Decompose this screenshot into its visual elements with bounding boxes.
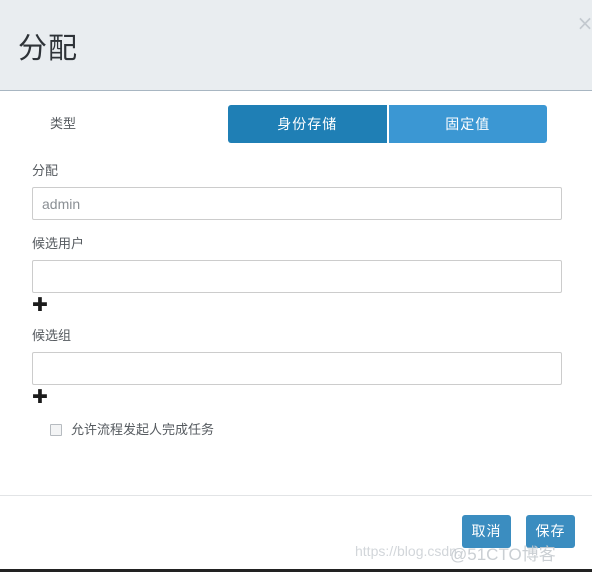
dialog-body: 类型 身份存储 固定值 分配 候选用户 ✚ 候选组 ✚ 允许流程发起人完成任务 [0,91,592,495]
type-button-group: 身份存储 固定值 [228,105,547,143]
add-candidate-user-icon[interactable]: ✚ [32,296,48,315]
type-option-identity-store[interactable]: 身份存储 [228,105,387,143]
cancel-button[interactable]: 取消 [462,515,511,548]
candidate-users-field-group: 候选用户 ✚ [32,236,562,315]
assign-field-group: 分配 [32,163,562,220]
candidate-groups-field-group: 候选组 ✚ [32,328,562,407]
assign-label: 分配 [32,163,59,178]
close-icon[interactable]: × [574,12,592,34]
type-option-fixed-value[interactable]: 固定值 [386,105,547,143]
allow-initiator-checkbox[interactable] [50,424,62,436]
candidate-users-input[interactable] [32,260,562,293]
dialog-header: 分配 × [0,0,592,91]
type-row: 类型 身份存储 固定值 [0,105,592,143]
type-label: 类型 [50,116,77,131]
allow-initiator-row: 允许流程发起人完成任务 [50,423,214,437]
page-title: 分配 [18,33,79,65]
assign-input[interactable] [32,187,562,220]
save-button[interactable]: 保存 [526,515,575,548]
add-candidate-group-icon[interactable]: ✚ [32,388,48,407]
candidate-users-label: 候选用户 [32,236,85,251]
dialog-footer: 取消 保存 [0,495,592,569]
allow-initiator-label: 允许流程发起人完成任务 [71,422,215,437]
candidate-groups-input[interactable] [32,352,562,385]
candidate-groups-label: 候选组 [32,328,72,343]
assignment-dialog: 分配 × 类型 身份存储 固定值 分配 候选用户 ✚ 候选组 ✚ [0,0,592,572]
